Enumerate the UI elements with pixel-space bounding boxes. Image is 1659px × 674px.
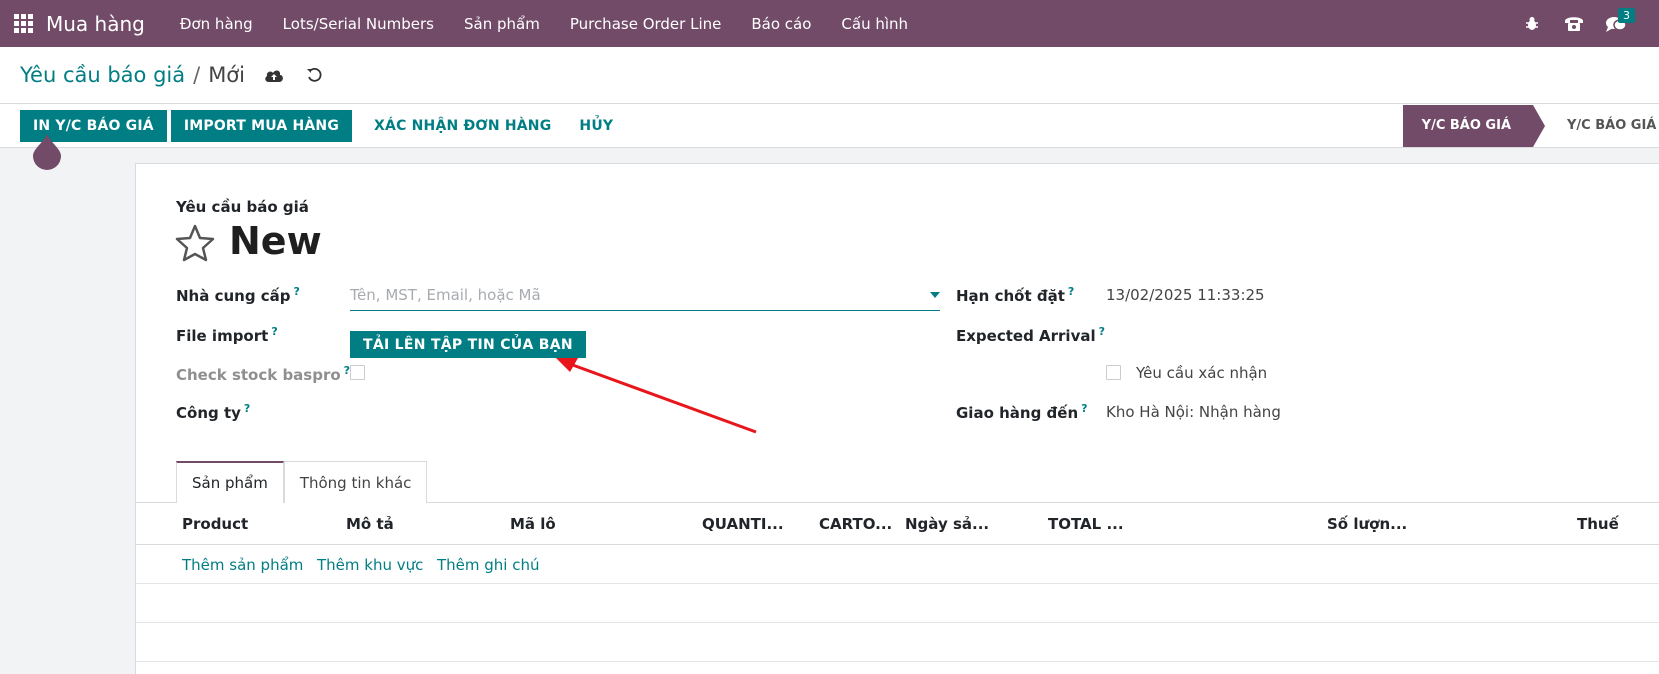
column-header-lot[interactable]: Mã lô [510, 515, 556, 533]
app-name[interactable]: Mua hàng [46, 12, 145, 36]
form-sheet: Yêu cầu báo giá New Nhà cung cấp? Tên, M… [135, 163, 1659, 674]
check-stock-checkbox[interactable] [350, 365, 365, 380]
breadcrumb-separator: / [193, 63, 201, 87]
ask-confirm-checkbox[interactable] [1106, 365, 1121, 380]
menu-item-configuration[interactable]: Cấu hình [826, 0, 923, 47]
file-import-label: File import? [176, 325, 278, 345]
chat-icon[interactable]: 3 [1595, 0, 1637, 47]
tour-tip-drop-icon [33, 134, 61, 170]
menu-item-orders[interactable]: Đơn hàng [165, 0, 268, 47]
column-header-quantity-2[interactable]: Số lượn... [1327, 515, 1407, 533]
menu-item-products[interactable]: Sản phẩm [449, 0, 555, 47]
favorite-star-icon[interactable] [175, 224, 215, 262]
deadline-help-mark[interactable]: ? [1068, 285, 1074, 298]
company-label: Công ty? [176, 402, 251, 422]
menu-item-purchase-order-line[interactable]: Purchase Order Line [555, 0, 737, 47]
dropdown-caret-icon[interactable] [930, 292, 940, 298]
column-header-product[interactable]: Product [182, 515, 248, 533]
deadline-label: Hạn chốt đặt? [956, 285, 1075, 305]
expected-arrival-help-mark[interactable]: ? [1099, 325, 1105, 338]
vendor-placeholder: Tên, MST, Email, hoặc Mã [350, 286, 541, 304]
vendor-label: Nhà cung cấp? [176, 285, 300, 305]
deliver-to-value[interactable]: Kho Hà Nội: Nhận hàng [1106, 403, 1281, 421]
breadcrumb-parent[interactable]: Yêu cầu báo giá [20, 63, 185, 87]
cancel-button[interactable]: HỦY [565, 110, 627, 142]
upload-file-button[interactable]: TẢI LÊN TẬP TIN CỦA BẠN [350, 331, 586, 358]
ask-confirm-label: Yêu cầu xác nhận [1136, 364, 1268, 382]
empty-table-row [136, 584, 1659, 623]
import-purchase-button[interactable]: IMPORT MUA HÀNG [170, 109, 353, 142]
column-header-tax[interactable]: Thuế [1577, 515, 1619, 533]
add-line-row: Thêm sản phẩm Thêm khu vực Thêm ghi chú [136, 545, 1659, 584]
document-name: New [229, 219, 322, 263]
bug-icon[interactable] [1511, 0, 1553, 47]
column-header-description[interactable]: Mô tả [346, 515, 394, 533]
add-note-link[interactable]: Thêm ghi chú [437, 556, 540, 574]
save-cloud-icon[interactable] [259, 60, 289, 90]
add-product-link[interactable]: Thêm sản phẩm [182, 556, 303, 574]
file-import-help-mark[interactable]: ? [271, 325, 277, 338]
column-header-quantity[interactable]: QUANTI... [702, 515, 784, 533]
discard-undo-icon[interactable] [299, 60, 329, 90]
company-help-mark[interactable]: ? [244, 402, 250, 415]
deadline-value[interactable]: 13/02/2025 11:33:25 [1106, 286, 1265, 304]
empty-table-row [136, 623, 1659, 662]
tab-other-info[interactable]: Thông tin khác [283, 461, 428, 503]
vendor-field[interactable]: Tên, MST, Email, hoặc Mã [350, 281, 940, 311]
breadcrumb-current: Mới [208, 63, 245, 87]
expected-arrival-label: Expected Arrival? [956, 325, 1106, 345]
control-panel: Yêu cầu báo giá / Mới [0, 47, 1659, 104]
message-count-badge: 3 [1618, 8, 1635, 23]
check-stock-label: Check stock baspro? [176, 364, 351, 384]
menu-item-reports[interactable]: Báo cáo [736, 0, 826, 47]
apps-grid-icon[interactable] [0, 0, 46, 47]
phone-icon[interactable] [1553, 0, 1595, 47]
document-type-label: Yêu cầu báo giá [176, 198, 309, 216]
order-lines-header: Product Mô tả Mã lô QUANTI... CARTO... N… [136, 503, 1659, 545]
stage-rfq-active[interactable]: Y/C BÁO GIÁ [1402, 104, 1546, 147]
tab-products[interactable]: Sản phẩm [176, 461, 284, 503]
notebook-tabs: Sản phẩm Thông tin khác [176, 461, 428, 503]
column-header-production-date[interactable]: Ngày sả... [905, 515, 989, 533]
deliver-to-label: Giao hàng đến? [956, 402, 1088, 422]
vendor-help-mark[interactable]: ? [294, 285, 300, 298]
confirm-order-button[interactable]: XÁC NHẬN ĐƠN HÀNG [360, 110, 565, 142]
column-header-total[interactable]: TOTAL ... [1048, 515, 1124, 533]
stage-rfq-sent[interactable]: Y/C BÁO GIÁ Đ [1545, 105, 1659, 147]
add-section-link[interactable]: Thêm khu vực [317, 556, 423, 574]
top-navbar: Mua hàng Đơn hàng Lots/Serial Numbers Sả… [0, 0, 1659, 47]
menu-item-lots-serial[interactable]: Lots/Serial Numbers [268, 0, 449, 47]
stage-pipeline: Y/C BÁO GIÁ Y/C BÁO GIÁ Đ [1402, 104, 1659, 147]
deliver-to-help-mark[interactable]: ? [1081, 402, 1087, 415]
status-bar: IN Y/C BÁO GIÁ IMPORT MUA HÀNG XÁC NHẬN … [0, 104, 1659, 148]
column-header-carton[interactable]: CARTO... [819, 515, 892, 533]
